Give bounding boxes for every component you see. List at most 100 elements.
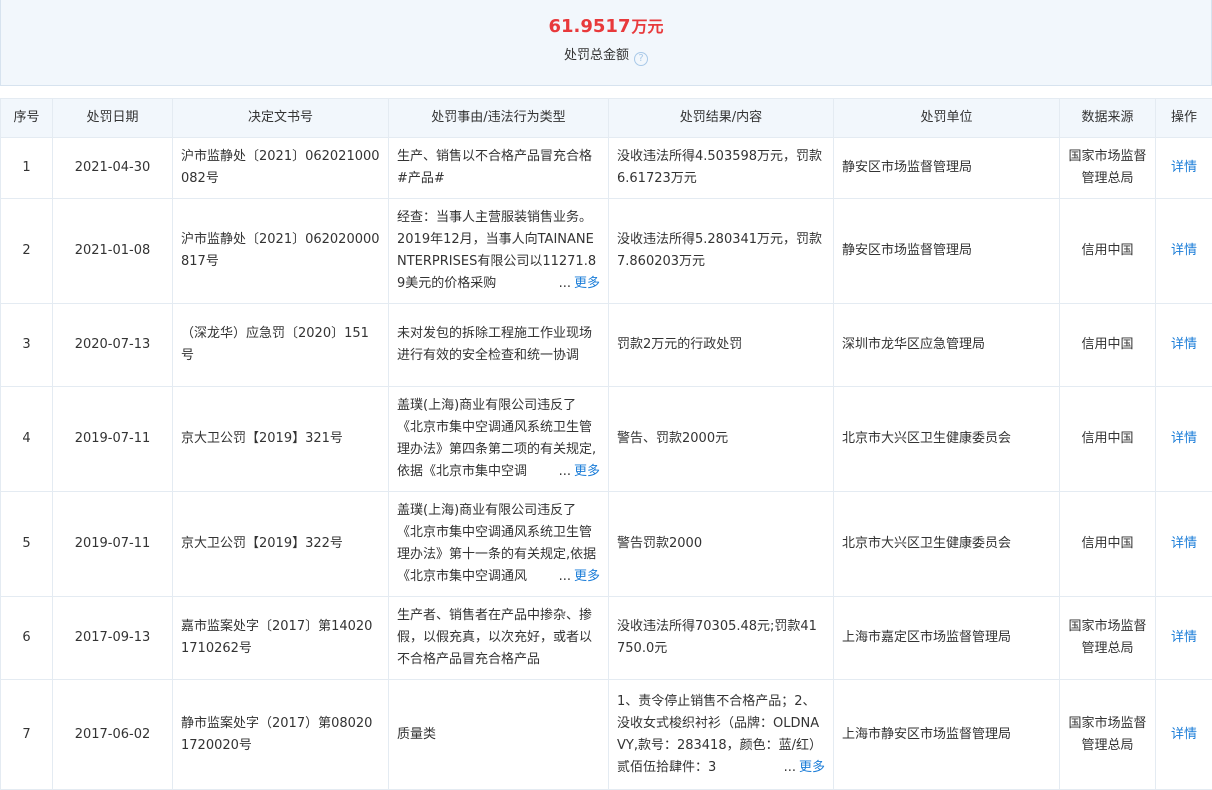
cell-agency-text: 静安区市场监督管理局 — [842, 243, 972, 258]
table-header-row: 序号 处罚日期 决定文书号 处罚事由/违法行为类型 处罚结果/内容 处罚单位 数… — [1, 99, 1212, 138]
cell-agency: 静安区市场监督管理局 — [834, 138, 1060, 199]
cell-result: 没收违法所得5.280341万元，罚款7.860203万元 — [609, 199, 834, 304]
detail-link[interactable]: 详情 — [1171, 536, 1197, 551]
cell-result: 罚款2万元的行政处罚 — [609, 304, 834, 387]
header-index: 序号 — [1, 99, 53, 138]
cell-date: 2021-01-08 — [53, 199, 173, 304]
more-link[interactable]: 更多 — [574, 464, 600, 479]
cell-source: 信用中国 — [1060, 199, 1156, 304]
cell-doc-no: 静市监案处字（2017）第080201720020号 — [173, 680, 389, 790]
cell-doc-no: （深龙华）应急罚〔2020〕151号 — [173, 304, 389, 387]
more-link[interactable]: 更多 — [799, 760, 825, 775]
cell-date: 2017-06-02 — [53, 680, 173, 790]
cell-date: 2021-04-30 — [53, 138, 173, 199]
penalty-total-label: 处罚总金额? — [1, 46, 1211, 66]
cell-index: 1 — [1, 138, 53, 199]
cell-reason: 生产、销售以不合格产品冒充合格#产品# — [389, 138, 609, 199]
detail-link[interactable]: 详情 — [1171, 630, 1197, 645]
ellipsis: ... — [559, 569, 571, 584]
cell-result: 警告、罚款2000元 — [609, 387, 834, 492]
cell-source-text: 信用中国 — [1081, 337, 1133, 352]
cell-reason: 生产者、销售者在产品中掺杂、掺假，以假充真，以次充好，或者以不合格产品冒充合格产… — [389, 597, 609, 680]
cell-result-content: 没收违法所得70305.48元;罚款41750.0元 — [617, 616, 825, 660]
cell-result-text: 没收违法所得70305.48元;罚款41750.0元 — [617, 619, 817, 656]
header-reason: 处罚事由/违法行为类型 — [389, 99, 609, 138]
table-row: 5 2019-07-11 京大卫公罚【2019】322号 盖璞(上海)商业有限公司违反… — [1, 492, 1212, 597]
more-toggle: ...更多 — [760, 757, 825, 779]
cell-reason-text: 未对发包的拆除工程施工作业现场进行有效的安全检查和统一协调 — [397, 326, 592, 363]
more-toggle: ...更多 — [535, 273, 600, 295]
cell-agency-text: 静安区市场监督管理局 — [842, 160, 972, 175]
more-toggle: ...更多 — [535, 461, 600, 483]
cell-reason-content: 质量类 — [397, 724, 600, 746]
cell-reason-content: 盖璞(上海)商业有限公司违反了《北京市集中空调通风系统卫生管理办法》第十一条的有… — [397, 500, 600, 588]
header-result: 处罚结果/内容 — [609, 99, 834, 138]
cell-result-content: 警告罚款2000 — [617, 533, 825, 555]
cell-doc-no-text: 嘉市监案处字〔2017〕第140201710262号 — [181, 619, 372, 656]
cell-reason-content: 生产、销售以不合格产品冒充合格#产品# — [397, 146, 600, 190]
cell-source-text: 国家市场监督管理总局 — [1068, 619, 1146, 656]
cell-agency: 上海市嘉定区市场监督管理局 — [834, 597, 1060, 680]
ellipsis: ... — [559, 276, 571, 291]
cell-reason-text: 生产者、销售者在产品中掺杂、掺假，以假充真，以次充好，或者以不合格产品冒充合格产… — [397, 608, 592, 667]
cell-date-text: 2021-01-08 — [75, 243, 151, 258]
cell-date-text: 2020-07-13 — [75, 337, 151, 352]
cell-doc-no-text: 静市监案处字（2017）第080201720020号 — [181, 716, 372, 753]
cell-date: 2020-07-13 — [53, 304, 173, 387]
cell-result-content: 警告、罚款2000元 — [617, 428, 825, 450]
cell-source-text: 信用中国 — [1081, 431, 1133, 446]
cell-date-text: 2017-09-13 — [75, 630, 151, 645]
cell-doc-no-text: 沪市监静处〔2021〕062020000817号 — [181, 232, 380, 269]
cell-date: 2019-07-11 — [53, 492, 173, 597]
more-link[interactable]: 更多 — [574, 569, 600, 584]
cell-action: 详情 — [1156, 597, 1212, 680]
cell-result-content: 没收违法所得5.280341万元，罚款7.860203万元 — [617, 229, 825, 273]
table-row: 2 2021-01-08 沪市监静处〔2021〕062020000817号经查：当事… — [1, 199, 1212, 304]
cell-source: 国家市场监督管理总局 — [1060, 597, 1156, 680]
cell-doc-no-text: 京大卫公罚【2019】322号 — [181, 536, 343, 551]
cell-doc-no-text: （深龙华）应急罚〔2020〕151号 — [181, 326, 369, 363]
cell-result-text: 没收违法所得4.503598万元，罚款6.61723万元 — [617, 149, 822, 186]
cell-doc-no: 嘉市监案处字〔2017〕第140201710262号 — [173, 597, 389, 680]
cell-agency-text: 深圳市龙华区应急管理局 — [842, 337, 985, 352]
detail-link[interactable]: 详情 — [1171, 243, 1197, 258]
cell-index: 2 — [1, 199, 53, 304]
cell-result-text: 警告罚款2000 — [617, 536, 702, 551]
detail-link[interactable]: 详情 — [1171, 337, 1197, 352]
cell-agency-text: 上海市静安区市场监督管理局 — [842, 727, 1011, 742]
cell-reason-text: 生产、销售以不合格产品冒充合格#产品# — [397, 149, 592, 186]
cell-reason-content: 经查：当事人主营服装销售业务。2019年12月，当事人向TAINANENTERP… — [397, 207, 600, 295]
detail-link[interactable]: 详情 — [1171, 727, 1197, 742]
cell-reason-content: 盖璞(上海)商业有限公司违反了《北京市集中空调通风系统卫生管理办法》第四条第二项… — [397, 395, 600, 483]
cell-agency: 北京市大兴区卫生健康委员会 — [834, 492, 1060, 597]
header-doc-no: 决定文书号 — [173, 99, 389, 138]
cell-agency-text: 上海市嘉定区市场监督管理局 — [842, 630, 1011, 645]
cell-date: 2017-09-13 — [53, 597, 173, 680]
detail-link[interactable]: 详情 — [1171, 431, 1197, 446]
cell-index-text: 7 — [22, 727, 30, 742]
more-link[interactable]: 更多 — [574, 276, 600, 291]
cell-index-text: 6 — [22, 630, 30, 645]
cell-result-content: 1、责令停止销售不合格产品；2、没收女式梭织衬衫（品牌：OLDNAVY,款号：2… — [617, 691, 825, 779]
cell-source: 国家市场监督管理总局 — [1060, 680, 1156, 790]
cell-doc-no-text: 京大卫公罚【2019】321号 — [181, 431, 343, 446]
cell-result-content: 没收违法所得4.503598万元，罚款6.61723万元 — [617, 146, 825, 190]
header-source: 数据来源 — [1060, 99, 1156, 138]
cell-doc-no: 沪市监静处〔2021〕062020000817号 — [173, 199, 389, 304]
cell-index-text: 3 — [22, 337, 30, 352]
table-row: 3 2020-07-13 （深龙华）应急罚〔2020〕151号未对发包的拆除工程施工… — [1, 304, 1212, 387]
cell-result-text: 没收违法所得5.280341万元，罚款7.860203万元 — [617, 232, 822, 269]
cell-index: 5 — [1, 492, 53, 597]
cell-index-text: 4 — [22, 431, 30, 446]
cell-index: 3 — [1, 304, 53, 387]
cell-index-text: 5 — [22, 536, 30, 551]
detail-link[interactable]: 详情 — [1171, 160, 1197, 175]
table-body: 12021-04-30沪市监静处〔2021〕062021000082号生产、销售… — [1, 138, 1212, 790]
cell-result: 没收违法所得70305.48元;罚款41750.0元 — [609, 597, 834, 680]
cell-source: 信用中国 — [1060, 387, 1156, 492]
cell-doc-no: 京大卫公罚【2019】321号 — [173, 387, 389, 492]
cell-action: 详情 — [1156, 680, 1212, 790]
cell-result-text: 罚款2万元的行政处罚 — [617, 337, 742, 352]
help-icon[interactable]: ? — [634, 52, 648, 66]
penalty-table: 序号 处罚日期 决定文书号 处罚事由/违法行为类型 处罚结果/内容 处罚单位 数… — [0, 98, 1212, 790]
